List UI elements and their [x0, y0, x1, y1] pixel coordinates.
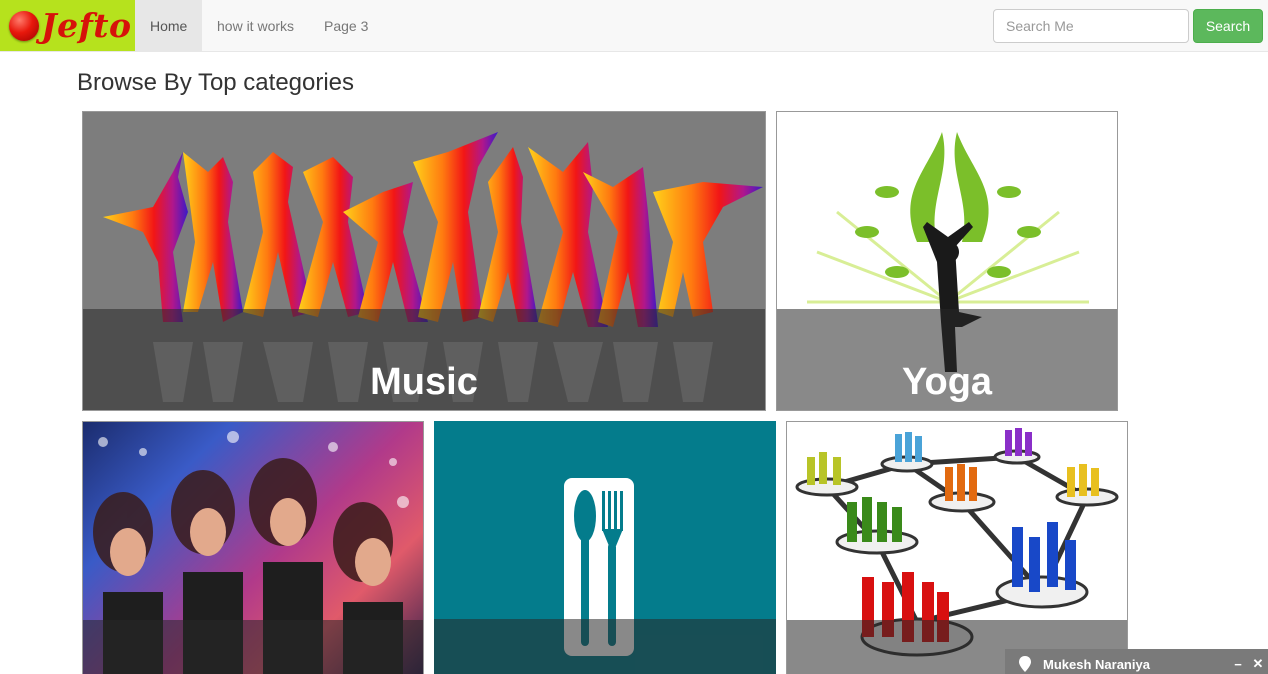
minimize-icon[interactable]: −	[1228, 657, 1248, 672]
search-input[interactable]	[993, 9, 1189, 43]
category-label: Yoga	[901, 361, 993, 403]
nav-how-it-works[interactable]: how it works	[202, 0, 309, 51]
caption-overlay	[434, 619, 776, 674]
category-yoga[interactable]: Yoga	[776, 111, 1118, 411]
category-music[interactable]: Music	[82, 111, 766, 411]
chat-widget[interactable]: Mukesh Naraniya − ✕	[1005, 649, 1268, 674]
category-food[interactable]	[434, 421, 776, 674]
nav-home[interactable]: Home	[135, 0, 203, 51]
category-label: Music	[370, 361, 478, 403]
nav-page-3[interactable]: Page 3	[309, 0, 383, 51]
navbar: Jefto Home how it works Page 3 Search	[0, 0, 1268, 52]
brand-name: Jefto	[41, 6, 132, 45]
caption-overlay	[83, 620, 423, 674]
category-party[interactable]	[82, 421, 424, 674]
map-pin-icon	[1017, 655, 1033, 673]
close-icon[interactable]: ✕	[1248, 656, 1268, 672]
chat-contact-name: Mukesh Naraniya	[1043, 656, 1150, 672]
page-title: Browse By Top categories	[77, 69, 355, 96]
search-button[interactable]: Search	[1193, 9, 1263, 43]
brand-logo[interactable]: Jefto	[0, 0, 135, 51]
red-dot-icon	[9, 10, 39, 41]
category-network[interactable]	[786, 421, 1128, 674]
